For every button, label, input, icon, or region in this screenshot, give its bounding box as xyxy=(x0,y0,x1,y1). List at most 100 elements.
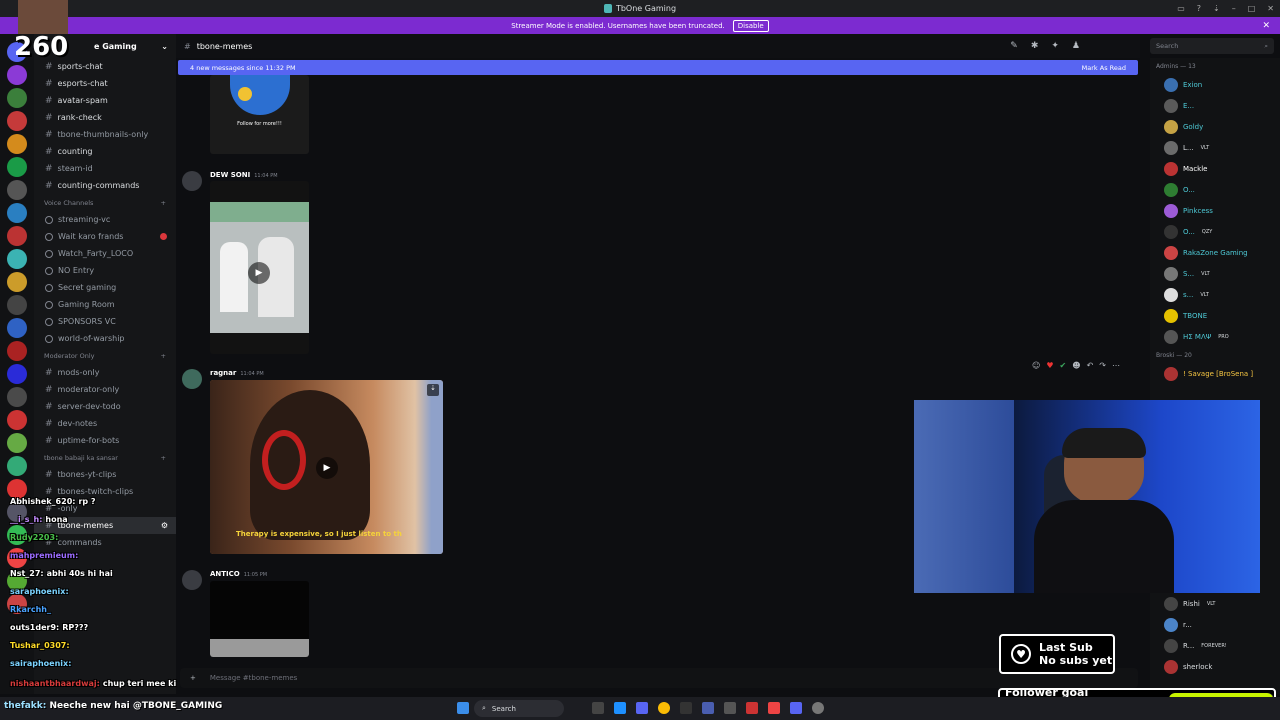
pin-icon[interactable]: ✦ xyxy=(1051,41,1059,51)
server-icon[interactable] xyxy=(7,111,27,131)
add-channel-icon[interactable]: + xyxy=(161,454,166,462)
task-view-icon[interactable] xyxy=(592,702,604,714)
channel-item[interactable]: # tbones-yt-clips xyxy=(34,466,176,483)
server-icon[interactable] xyxy=(7,479,27,499)
channel-item[interactable]: # avatar-spam xyxy=(34,92,176,109)
member-item[interactable]: TBONE xyxy=(1150,305,1280,326)
add-attachment-icon[interactable]: + xyxy=(190,674,196,682)
member-item[interactable]: Exion xyxy=(1150,74,1280,95)
member-item[interactable]: O... xyxy=(1150,179,1280,200)
member-item[interactable]: r... xyxy=(1150,614,1280,635)
notification-icon[interactable]: ✱ xyxy=(1031,41,1039,51)
maximize-icon[interactable]: □ xyxy=(1248,4,1256,13)
member-item[interactable]: Pinkcess xyxy=(1150,200,1280,221)
channel-item[interactable]: Wait karo frands xyxy=(34,228,176,245)
server-icon[interactable] xyxy=(7,410,27,430)
channel-item[interactable]: world-of-warship xyxy=(34,330,176,347)
help-icon[interactable]: ? xyxy=(1197,4,1201,13)
channel-item[interactable]: SPONSORS VC xyxy=(34,313,176,330)
member-item[interactable]: Mackle xyxy=(1150,158,1280,179)
member-item[interactable]: sherlock xyxy=(1150,656,1280,677)
server-icon[interactable] xyxy=(7,364,27,384)
obs-icon[interactable] xyxy=(812,702,824,714)
app-icon[interactable] xyxy=(746,702,758,714)
server-icon[interactable] xyxy=(7,134,27,154)
server-icon[interactable] xyxy=(7,387,27,407)
channel-item[interactable]: Watch_Farty_LOCO xyxy=(34,245,176,262)
app-icon[interactable] xyxy=(724,702,736,714)
channel-item[interactable]: Secret gaming xyxy=(34,279,176,296)
edge-icon[interactable] xyxy=(614,702,626,714)
new-messages-bar[interactable]: 4 new messages since 11:32 PM Mark As Re… xyxy=(178,60,1138,75)
taskbar-search[interactable]: ⌕ Search xyxy=(474,700,564,717)
server-icon[interactable] xyxy=(7,433,27,453)
threads-icon[interactable]: ✎ xyxy=(1010,41,1018,51)
server-icon[interactable] xyxy=(7,65,27,85)
download-icon[interactable]: ⇣ xyxy=(1213,4,1220,13)
chrome-icon[interactable] xyxy=(658,702,670,714)
discord-icon[interactable] xyxy=(790,702,802,714)
member-item[interactable]: S... VLT xyxy=(1150,263,1280,284)
reaction-icon[interactable]: ☺ xyxy=(1032,361,1040,370)
category-moderator[interactable]: Moderator Only + xyxy=(34,347,176,364)
member-item[interactable]: Goldy xyxy=(1150,116,1280,137)
heart-icon[interactable]: ♥ xyxy=(1046,361,1053,370)
windows-start-icon[interactable] xyxy=(457,702,469,714)
message-composer[interactable]: + Message #tbone-memes xyxy=(180,668,1138,688)
video-attachment[interactable]: ▶ Therapy is expensive, so I just listen… xyxy=(210,380,443,554)
add-reaction-icon[interactable]: ☻ xyxy=(1072,361,1080,370)
avatar[interactable] xyxy=(182,369,202,389)
member-item[interactable]: RakaZone Gaming xyxy=(1150,242,1280,263)
add-channel-icon[interactable]: + xyxy=(161,352,166,360)
chevron-down-icon[interactable]: ⌄ xyxy=(161,42,168,51)
play-icon[interactable]: ▶ xyxy=(316,457,338,479)
message-author[interactable]: ragnar 11:04 PM xyxy=(210,369,264,377)
channel-item[interactable]: streaming-vc xyxy=(34,211,176,228)
server-icon[interactable] xyxy=(7,249,27,269)
server-icon[interactable] xyxy=(7,272,27,292)
message-image[interactable]: Follow for more!!! xyxy=(210,75,309,154)
mark-as-read-button[interactable]: Mark As Read xyxy=(1082,64,1126,72)
forward-icon[interactable]: ↷ xyxy=(1099,361,1106,370)
channel-item[interactable]: # counting-commands xyxy=(34,177,176,194)
member-item[interactable]: Rishi VLT xyxy=(1150,593,1280,614)
video-attachment[interactable] xyxy=(210,581,309,657)
disable-streamer-mode-button[interactable]: Disable xyxy=(732,19,769,32)
member-item[interactable]: O... QZY xyxy=(1150,221,1280,242)
teams-icon[interactable] xyxy=(636,702,648,714)
server-icon[interactable] xyxy=(7,295,27,315)
server-icon[interactable] xyxy=(7,226,27,246)
member-item[interactable]: HΣ MΛΨ PRO xyxy=(1150,326,1280,347)
search-input[interactable]: Search ⌕ xyxy=(1150,38,1274,54)
channel-item[interactable]: Gaming Room xyxy=(34,296,176,313)
members-icon[interactable]: ♟ xyxy=(1072,41,1080,51)
channel-item[interactable]: # dev-notes xyxy=(34,415,176,432)
member-item[interactable]: s... VLT xyxy=(1150,284,1280,305)
member-item[interactable]: ! Savage [BroSena ] xyxy=(1150,363,1280,384)
category-voice[interactable]: Voice Channels + xyxy=(34,194,176,211)
app-icon[interactable] xyxy=(680,702,692,714)
inbox-icon[interactable]: ▭ xyxy=(1177,4,1185,13)
channel-item[interactable]: # moderator-only xyxy=(34,381,176,398)
server-icon[interactable] xyxy=(7,456,27,476)
message-author[interactable]: DEW SONI 11:04 PM xyxy=(210,171,278,179)
member-item[interactable]: L... VLT xyxy=(1150,137,1280,158)
brave-icon[interactable] xyxy=(768,702,780,714)
reply-icon[interactable]: ↶ xyxy=(1087,361,1094,370)
message-author[interactable]: ANTICO 11:05 PM xyxy=(210,570,267,578)
member-item[interactable]: E... xyxy=(1150,95,1280,116)
check-icon[interactable]: ✔ xyxy=(1060,361,1067,370)
avatar[interactable] xyxy=(182,171,202,191)
banner-close-icon[interactable]: ✕ xyxy=(1262,21,1270,31)
server-icon[interactable] xyxy=(7,318,27,338)
channel-item[interactable]: # tbone-thumbnails-only xyxy=(34,126,176,143)
channel-item[interactable]: # uptime-for-bots xyxy=(34,432,176,449)
close-window-icon[interactable]: ✕ xyxy=(1267,4,1274,13)
server-icon[interactable] xyxy=(7,180,27,200)
settings-icon[interactable]: ⚙ xyxy=(161,521,168,530)
server-icon[interactable] xyxy=(7,88,27,108)
category-babaji[interactable]: tbone babaji ka sansar + xyxy=(34,449,176,466)
download-icon[interactable]: ⇣ xyxy=(427,384,439,396)
channel-item[interactable]: # steam-id xyxy=(34,160,176,177)
video-attachment[interactable]: ▶ xyxy=(210,181,309,354)
